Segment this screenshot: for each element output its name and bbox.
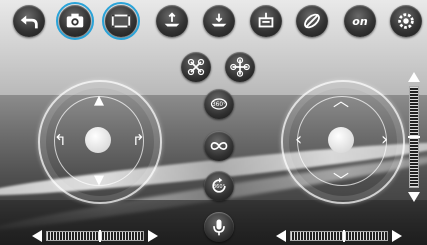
rotate-360-button[interactable]: 360° bbox=[204, 171, 234, 201]
camera-icon bbox=[66, 13, 84, 28]
video-icon bbox=[111, 14, 131, 28]
trim-left-arrow-icon[interactable] bbox=[32, 230, 42, 242]
flip-360-icon: 360° bbox=[210, 98, 228, 110]
trim-down-arrow-icon[interactable] bbox=[408, 192, 420, 202]
rotate-360-icon: 360° bbox=[212, 177, 226, 193]
landing-button[interactable] bbox=[203, 5, 235, 37]
right-arrow-icon: › bbox=[381, 129, 389, 150]
left-arrow-icon: ‹ bbox=[295, 129, 303, 150]
trim-right-arrow-icon[interactable] bbox=[392, 230, 402, 242]
left-horizontal-trim-marker[interactable] bbox=[98, 230, 101, 242]
on-label: on bbox=[352, 14, 368, 28]
rotate-right-arrow-icon: ↱ bbox=[132, 131, 145, 149]
settings-button[interactable] bbox=[390, 5, 422, 37]
drone-control-screen: on 360° 360° ▲ ▼ ↰ ↱ ︿ ﹀ ‹ › bbox=[0, 0, 427, 245]
record-video-button[interactable] bbox=[102, 2, 140, 40]
infinity-path-button[interactable] bbox=[204, 131, 234, 161]
left-joystick[interactable]: ▲ ▼ ↰ ↱ bbox=[38, 80, 162, 204]
takeoff-icon bbox=[164, 12, 180, 27]
trim-up-arrow-icon[interactable] bbox=[408, 72, 420, 82]
gyro-button[interactable] bbox=[296, 5, 328, 37]
flip-360-button[interactable]: 360° bbox=[204, 89, 234, 119]
back-button[interactable] bbox=[13, 5, 45, 37]
landing-icon bbox=[211, 13, 227, 27]
takeoff-button[interactable] bbox=[156, 5, 188, 37]
left-joystick-knob[interactable] bbox=[85, 127, 111, 153]
throttle-down-arrow-icon: ▼ bbox=[94, 173, 104, 188]
forward-arrow-icon: ︿ bbox=[333, 91, 350, 110]
voice-control-button[interactable] bbox=[204, 212, 234, 242]
right-joystick-knob[interactable] bbox=[328, 127, 354, 153]
gyro-icon bbox=[304, 13, 320, 29]
trim-right-arrow-icon[interactable] bbox=[148, 230, 158, 242]
calibrate-icon bbox=[258, 12, 274, 28]
drone-mode-b-button[interactable] bbox=[225, 52, 255, 82]
rotate-left-arrow-icon: ↰ bbox=[54, 131, 67, 149]
right-horizontal-trim bbox=[276, 228, 402, 244]
trim-bar bbox=[46, 231, 144, 241]
drone-mode-a-button[interactable] bbox=[181, 52, 211, 82]
calibrate-button[interactable] bbox=[250, 5, 282, 37]
right-horizontal-trim-marker[interactable] bbox=[342, 230, 345, 242]
infinity-path-icon bbox=[210, 142, 228, 150]
trim-left-arrow-icon[interactable] bbox=[276, 230, 286, 242]
rotate-360-label: 360° bbox=[213, 184, 226, 190]
drone-mode-a-icon bbox=[187, 58, 205, 76]
back-arrow-icon bbox=[20, 15, 38, 29]
settings-gear-icon bbox=[398, 13, 414, 29]
photo-button[interactable] bbox=[56, 2, 94, 40]
power-on-button[interactable]: on bbox=[344, 5, 376, 37]
voice-control-icon bbox=[213, 219, 225, 236]
backward-arrow-icon: ﹀ bbox=[333, 171, 350, 190]
flip-360-label: 360° bbox=[212, 102, 226, 108]
right-joystick[interactable]: ︿ ﹀ ‹ › bbox=[281, 80, 405, 204]
left-horizontal-trim bbox=[32, 228, 158, 244]
right-vertical-trim-marker[interactable] bbox=[408, 136, 420, 138]
trim-bar bbox=[290, 231, 388, 241]
drone-mode-b-icon bbox=[230, 57, 250, 77]
throttle-up-arrow-icon: ▲ bbox=[94, 93, 104, 108]
